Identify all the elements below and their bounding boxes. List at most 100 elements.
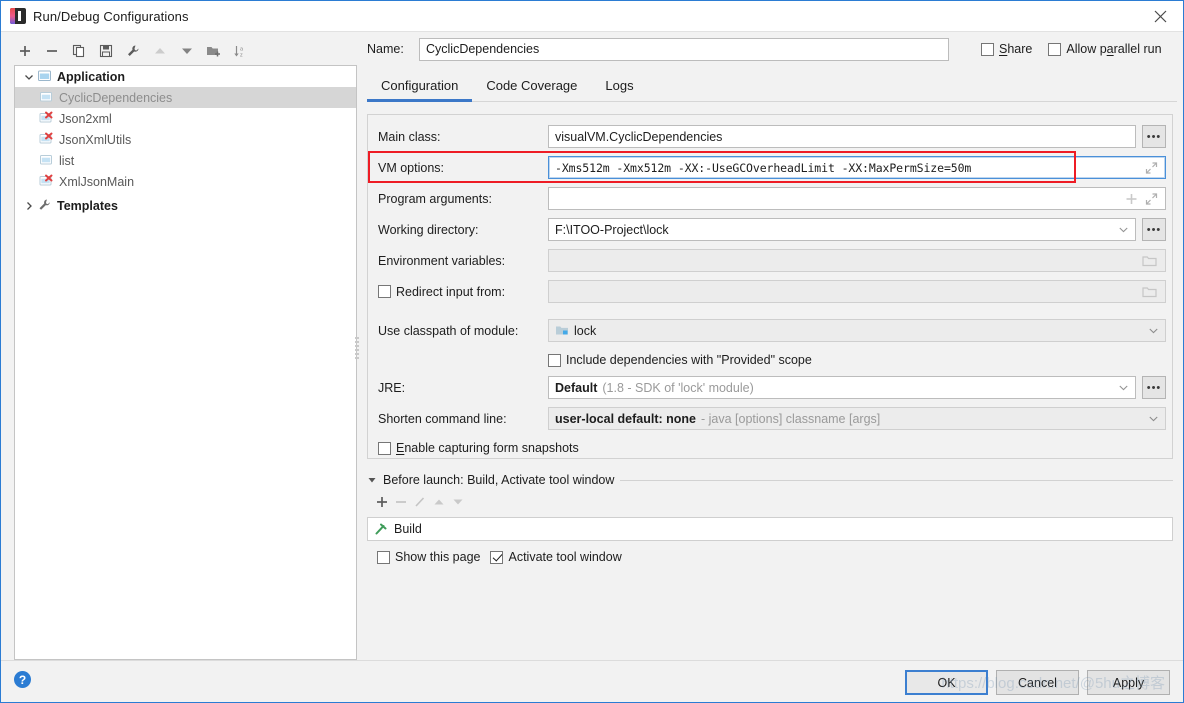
vm-options-label: VM options: <box>378 160 445 175</box>
expand-icon[interactable] <box>1145 192 1158 205</box>
jre-value: Default <box>555 380 598 395</box>
tree-item-cyclicdependencies[interactable]: CyclicDependencies <box>15 87 356 108</box>
main-class-row: Main class: visualVM.CyclicDependencies … <box>378 124 1166 149</box>
working-directory-browse-button[interactable]: ••• <box>1142 218 1166 241</box>
jre-row: JRE: Default (1.8 - SDK of 'lock' module… <box>378 375 1166 400</box>
allow-parallel-run-label: Allow parallel run <box>1066 42 1162 56</box>
new-folder-button[interactable] <box>201 39 226 63</box>
use-classpath-combo[interactable]: lock <box>548 319 1166 342</box>
title-bar: Run/Debug Configurations <box>1 1 1183 32</box>
section-divider <box>620 479 1173 481</box>
plus-icon <box>377 496 387 507</box>
activate-tool-window-checkbox[interactable]: Activate tool window <box>490 550 622 564</box>
triangle-up-icon <box>434 499 444 504</box>
redirect-input-browse-button[interactable] <box>1142 285 1157 298</box>
move-task-down-button[interactable] <box>451 495 465 512</box>
pane-splitter[interactable] <box>353 37 361 662</box>
chevron-right-icon[interactable] <box>21 198 37 214</box>
program-arguments-input[interactable] <box>548 187 1166 210</box>
working-directory-row: Working directory: F:\ITOO-Project\lock … <box>378 217 1166 242</box>
redirect-input-input[interactable] <box>548 280 1166 303</box>
tab-code-coverage[interactable]: Code Coverage <box>472 71 591 101</box>
environment-variables-row: Environment variables: <box>378 248 1166 273</box>
before-launch-task-row[interactable]: Build <box>367 517 1173 541</box>
enable-snapshots-row: Enable capturing form snapshots <box>378 437 1162 459</box>
close-window-button[interactable] <box>1137 1 1183 31</box>
jre-browse-button[interactable]: ••• <box>1142 376 1166 399</box>
main-class-input[interactable]: visualVM.CyclicDependencies <box>548 125 1136 148</box>
tab-configuration[interactable]: Configuration <box>367 71 473 102</box>
redirect-input-label: Redirect input from: <box>396 284 506 299</box>
before-launch-task-label: Build <box>394 522 422 536</box>
tree-item-label: Json2xml <box>59 111 112 126</box>
include-provided-row: Include dependencies with "Provided" sco… <box>378 349 1162 371</box>
window-title: Run/Debug Configurations <box>33 8 189 24</box>
name-input[interactable]: CyclicDependencies <box>419 37 949 61</box>
tree-item-xmljsonmain[interactable]: XmlJsonMain <box>15 171 356 192</box>
save-configuration-button[interactable] <box>93 39 118 63</box>
help-button[interactable]: ? <box>14 671 31 688</box>
remove-task-button[interactable] <box>394 495 408 512</box>
minus-icon <box>396 500 406 503</box>
activate-tool-window-checkbox-box <box>490 550 504 564</box>
move-down-button[interactable] <box>174 39 199 63</box>
working-directory-value: F:\ITOO-Project\lock <box>555 222 669 237</box>
cancel-button[interactable]: Cancel <box>996 670 1079 695</box>
add-configuration-button[interactable] <box>12 39 37 63</box>
share-checkbox-box <box>981 42 994 56</box>
move-task-up-button[interactable] <box>432 495 446 512</box>
sort-configurations-button[interactable]: a z <box>228 39 253 63</box>
program-arguments-row: Program arguments: <box>378 186 1166 211</box>
edit-templates-button[interactable] <box>120 39 145 63</box>
allow-parallel-run-checkbox[interactable]: Allow parallel run <box>1048 42 1162 56</box>
tree-item-jsonxmlutils[interactable]: JsonXmlUtils <box>15 129 356 150</box>
collapse-triangle-icon[interactable] <box>367 475 377 485</box>
redirect-input-checkbox-box <box>378 285 391 298</box>
shorten-command-line-label: Shorten command line: <box>378 411 507 426</box>
redirect-input-checkbox[interactable]: Redirect input from: <box>378 285 548 299</box>
before-launch-title: Before launch: Build, Activate tool wind… <box>383 473 615 487</box>
before-launch-header[interactable]: Before launch: Build, Activate tool wind… <box>367 473 1173 487</box>
tree-item-json2xml[interactable]: Json2xml <box>15 108 356 129</box>
jre-combo[interactable]: Default (1.8 - SDK of 'lock' module) <box>548 376 1136 399</box>
plus-icon <box>19 46 30 56</box>
include-provided-checkbox-box <box>548 353 561 367</box>
show-this-page-checkbox[interactable]: Show this page <box>377 550 480 564</box>
dialog-buttons: OK Cancel Apply <box>905 670 1170 695</box>
enable-snapshots-checkbox[interactable]: Enable capturing form snapshots <box>378 441 579 455</box>
remove-configuration-button[interactable] <box>39 39 64 63</box>
application-config-icon <box>39 153 55 169</box>
tree-item-list[interactable]: list <box>15 150 356 171</box>
jre-label: JRE: <box>378 380 406 395</box>
vm-options-expand-button[interactable] <box>1145 161 1158 174</box>
vm-options-input[interactable]: -Xms512m -Xmx512m -XX:-UseGCOverheadLimi… <box>548 156 1166 179</box>
configurations-tree[interactable]: Application CyclicDependencies Json2xml … <box>14 65 357 660</box>
chevron-down-icon[interactable] <box>21 69 37 85</box>
pencil-icon <box>415 496 425 507</box>
copy-configuration-button[interactable] <box>66 39 91 63</box>
add-task-button[interactable] <box>375 495 389 512</box>
before-launch-section: Before launch: Build, Activate tool wind… <box>367 473 1173 564</box>
move-up-button[interactable] <box>147 39 172 63</box>
intellij-logo-icon <box>10 8 26 24</box>
include-provided-checkbox[interactable]: Include dependencies with "Provided" sco… <box>548 353 812 367</box>
tab-logs[interactable]: Logs <box>591 71 647 101</box>
tree-group-templates[interactable]: Templates <box>15 195 356 216</box>
tree-group-application[interactable]: Application <box>15 66 356 87</box>
share-checkbox[interactable]: Share <box>981 42 1032 56</box>
ok-button[interactable]: OK <box>905 670 988 695</box>
before-launch-options: Show this page Activate tool window <box>367 550 1173 564</box>
edit-task-button[interactable] <box>413 495 427 512</box>
splitter-handle <box>355 337 359 359</box>
plus-icon[interactable] <box>1125 192 1138 205</box>
apply-button[interactable]: Apply <box>1087 670 1170 695</box>
working-directory-combo[interactable]: F:\ITOO-Project\lock <box>548 218 1136 241</box>
name-row: Name: CyclicDependencies Share Allow par… <box>367 37 1177 61</box>
editor-tabs: Configuration Code Coverage Logs <box>367 71 1177 102</box>
environment-variables-browse-button[interactable] <box>1142 254 1157 267</box>
shorten-command-line-combo[interactable]: user-local default: none - java [options… <box>548 407 1166 430</box>
configuration-panel: Main class: visualVM.CyclicDependencies … <box>367 114 1173 459</box>
main-class-browse-button[interactable]: ••• <box>1142 125 1166 148</box>
environment-variables-input[interactable] <box>548 249 1166 272</box>
jre-hint: (1.8 - SDK of 'lock' module) <box>602 380 754 395</box>
